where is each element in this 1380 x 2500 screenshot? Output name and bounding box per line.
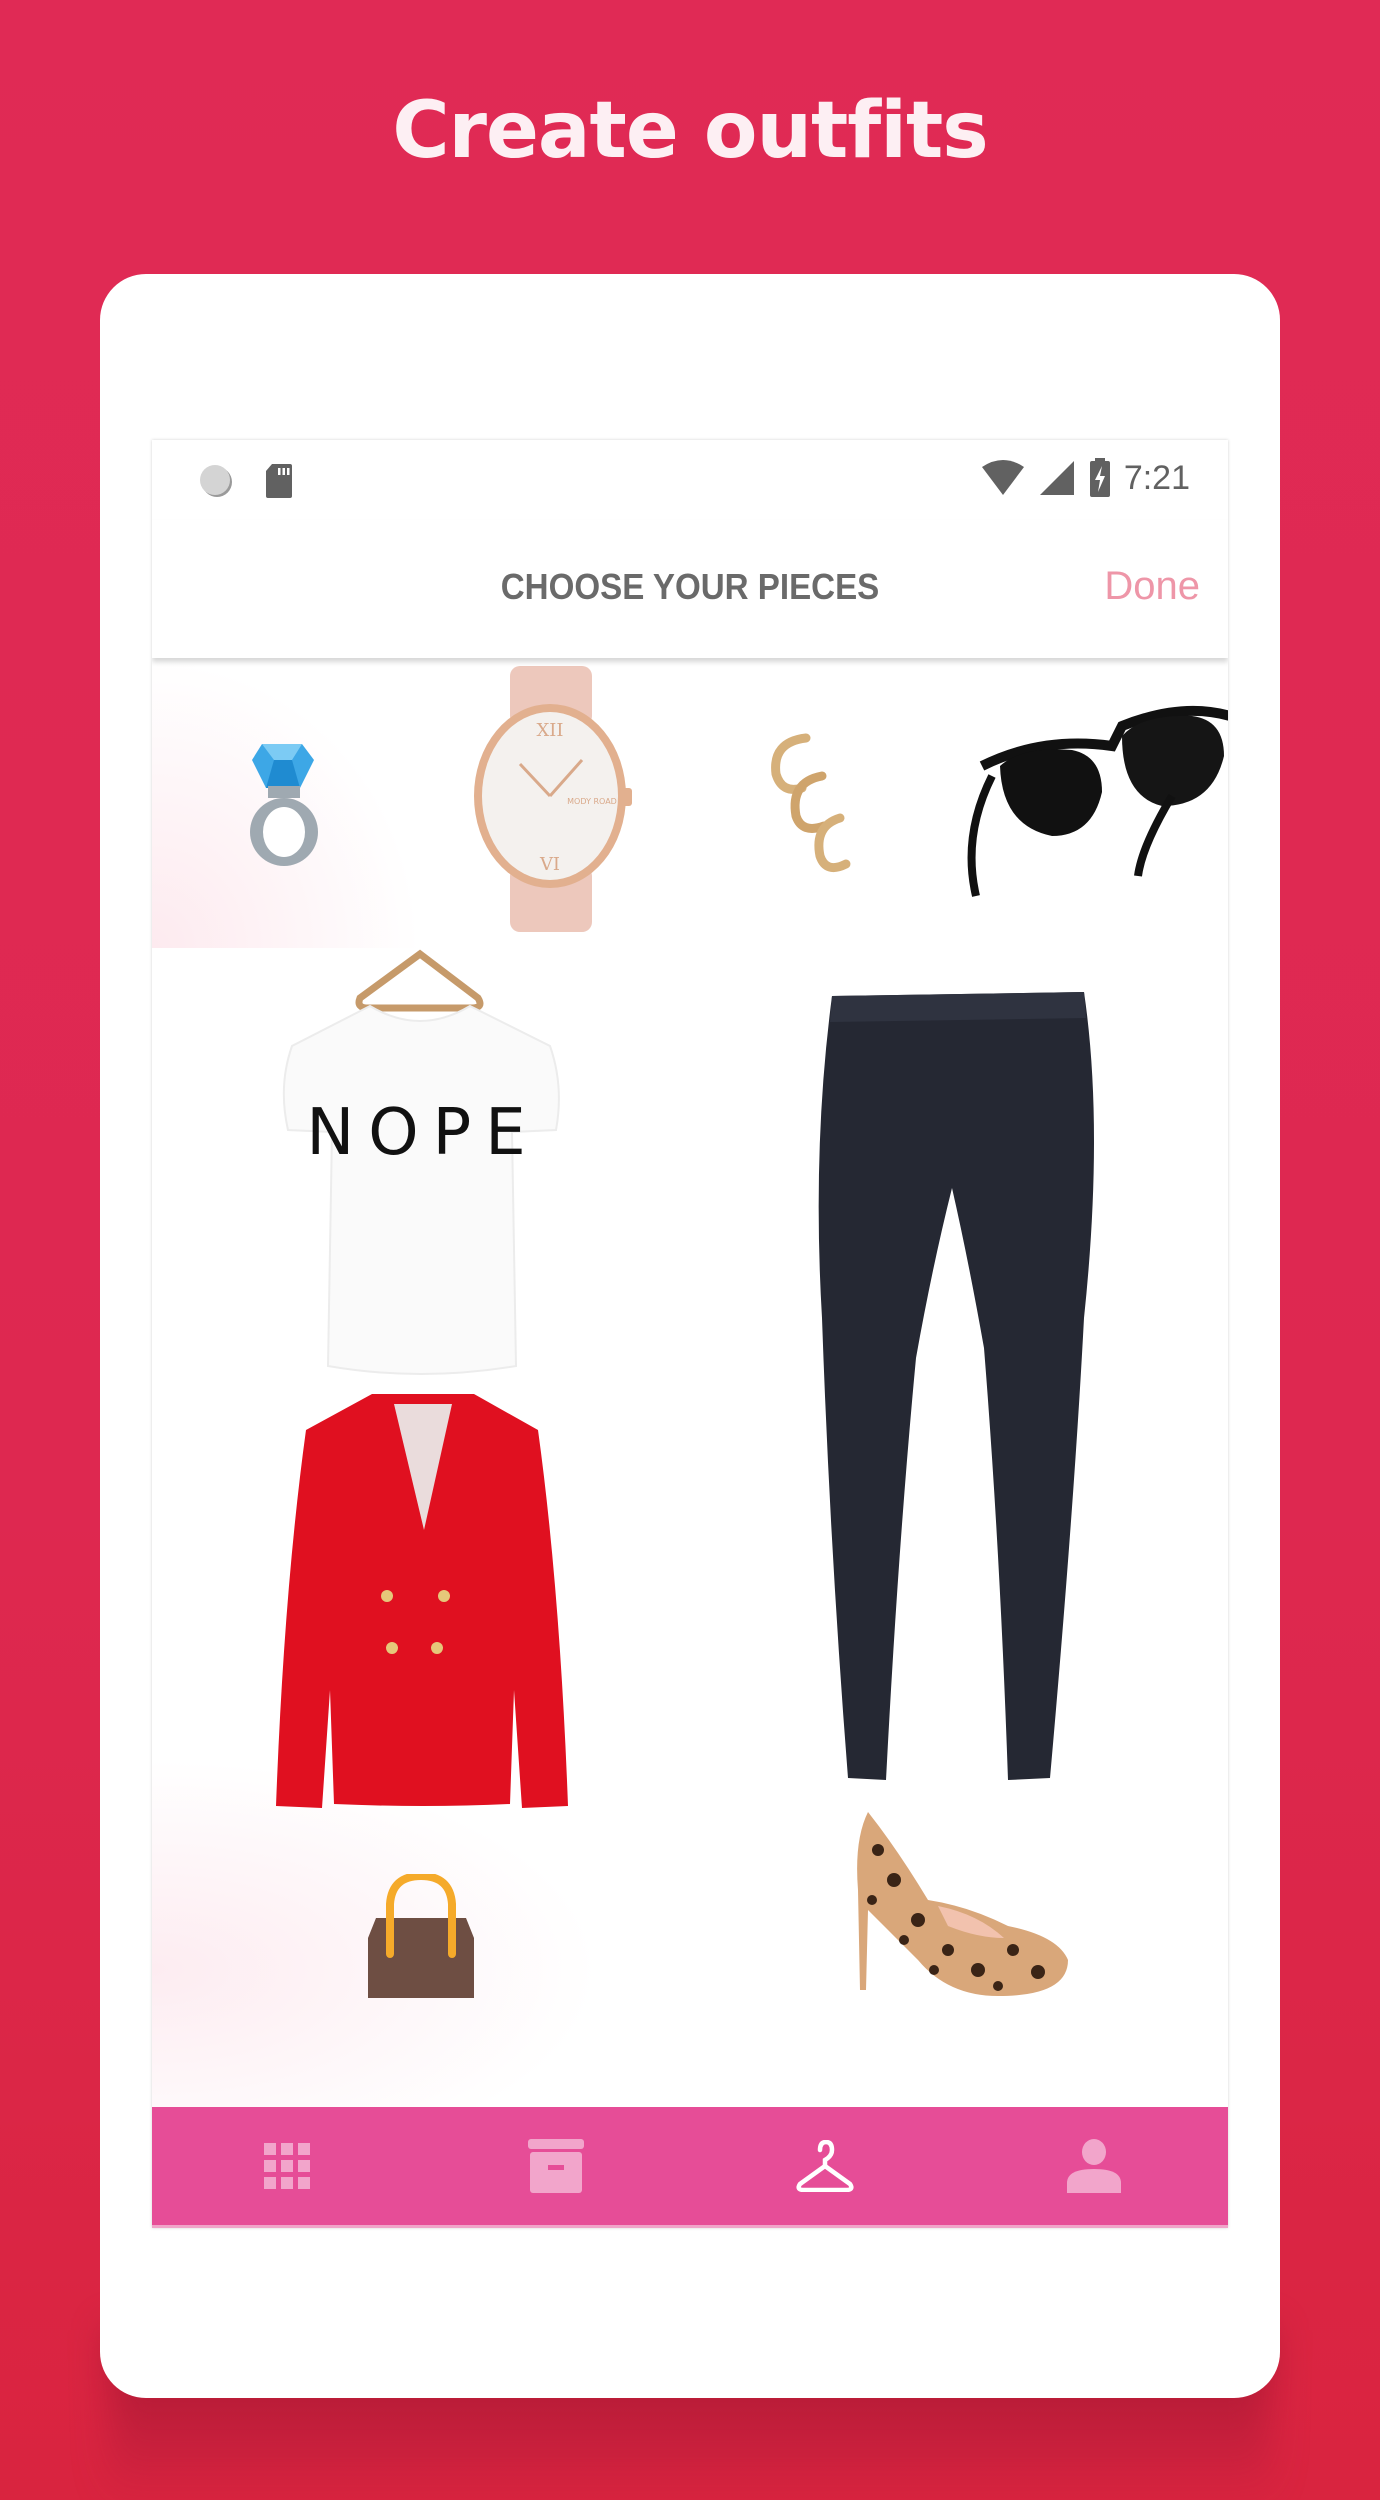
done-button[interactable]: Done [1104,564,1200,609]
leopard-pumps-icon [857,1812,1068,1996]
status-bar: 7:21 [152,440,1228,520]
item-ring[interactable] [240,738,330,868]
item-tshirt[interactable]: NOPE [260,946,580,1376]
tshirt-print: NOPE [306,1096,539,1170]
handbag-icon [368,1871,474,1998]
app-bar: CHOOSE YOUR PIECES Done [152,520,1228,658]
item-earrings[interactable] [762,730,892,880]
item-heels[interactable] [838,1810,1078,2010]
svg-text:VI: VI [539,854,560,875]
sunglasses-icon [967,705,1228,897]
skinny-jeans-icon [818,992,1094,1780]
item-blazer[interactable] [274,1390,570,1810]
hanger-icon [795,2140,854,2192]
phone-screen: 7:21 CHOOSE YOUR PIECES Done XII VI MODY… [152,440,1228,2228]
sd-card-icon [266,464,292,498]
item-handbag[interactable] [356,1871,486,2004]
item-watch[interactable]: XII VI MODY ROAD [470,666,640,934]
wifi-icon [981,460,1024,495]
archive-icon [527,2139,584,2193]
ear-cuffs-icon [771,733,851,873]
battery-charging-icon [1089,458,1110,497]
clock: 7:21 [1123,458,1190,497]
svg-text:XII: XII [536,720,563,741]
nav-closet[interactable] [496,2116,616,2216]
nav-grid[interactable] [227,2116,347,2216]
grid-icon [263,2143,310,2189]
red-blazer-icon [276,1394,568,1808]
bottom-nav [152,2107,1228,2228]
wristwatch-icon: XII VI MODY ROAD [474,666,632,932]
headline: Create outfits [392,86,988,176]
tshirt-icon: NOPE [282,949,560,1375]
nav-outfits[interactable] [765,2116,885,2216]
item-jeans[interactable] [812,988,1102,1788]
signal-icon [1039,461,1074,495]
watch-dial-text: MODY ROAD [567,797,617,806]
item-sunglasses[interactable] [962,696,1228,906]
page-title: CHOOSE YOUR PIECES [500,566,880,607]
person-icon [1066,2139,1121,2193]
nav-profile[interactable] [1034,2116,1154,2216]
outfit-canvas: XII VI MODY ROAD NOPE [152,658,1228,2110]
diamond-ring-icon [250,744,318,866]
sync-icon [200,465,232,497]
